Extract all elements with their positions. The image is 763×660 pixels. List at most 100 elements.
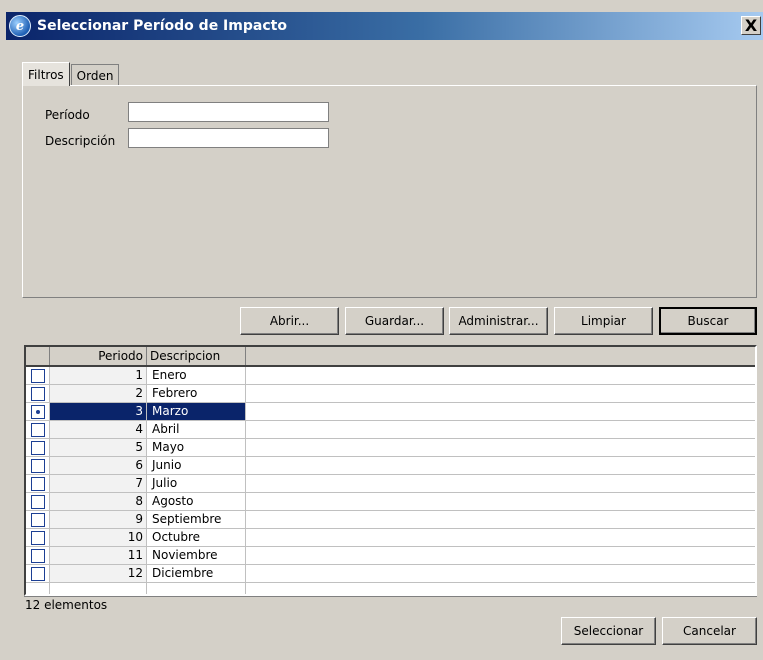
title-bar: e Seleccionar Período de Impacto X bbox=[6, 12, 763, 40]
column-header-filler bbox=[246, 347, 755, 365]
row-select-cell[interactable] bbox=[26, 511, 50, 528]
row-checkbox[interactable] bbox=[30, 494, 45, 509]
row-select-cell[interactable] bbox=[26, 367, 50, 384]
periodo-cell: 6 bbox=[50, 457, 147, 474]
table-row[interactable]: 5 Mayo bbox=[26, 439, 755, 457]
filler-cell bbox=[246, 547, 755, 564]
periodo-cell: 8 bbox=[50, 493, 147, 510]
row-select-cell[interactable] bbox=[26, 403, 50, 420]
filler-cell bbox=[246, 439, 755, 456]
filler-cell bbox=[246, 403, 755, 420]
periodo-cell: 2 bbox=[50, 385, 147, 402]
descripcion-cell: Agosto bbox=[147, 493, 246, 510]
descripcion-cell: Diciembre bbox=[147, 565, 246, 582]
periodo-label: Período bbox=[45, 108, 90, 122]
row-select-cell[interactable] bbox=[26, 385, 50, 402]
descripcion-cell: Julio bbox=[147, 475, 246, 492]
descripcion-input[interactable] bbox=[128, 128, 329, 148]
periodo-input[interactable] bbox=[128, 102, 329, 122]
row-checkbox[interactable] bbox=[30, 386, 45, 401]
row-checkbox[interactable] bbox=[30, 404, 45, 419]
descripcion-cell: Septiembre bbox=[147, 511, 246, 528]
row-checkbox[interactable] bbox=[30, 566, 45, 581]
row-select-cell[interactable] bbox=[26, 565, 50, 582]
tab-filtros[interactable]: Filtros bbox=[22, 62, 70, 86]
table-row[interactable]: 2 Febrero bbox=[26, 385, 755, 403]
filler-cell bbox=[246, 421, 755, 438]
row-select-cell[interactable] bbox=[26, 493, 50, 510]
periodo-cell: 12 bbox=[50, 565, 147, 582]
close-button[interactable]: X bbox=[741, 16, 761, 35]
row-checkbox[interactable] bbox=[30, 476, 45, 491]
table-row[interactable]: 6 Junio bbox=[26, 457, 755, 475]
seleccionar-button[interactable]: Seleccionar bbox=[561, 617, 656, 645]
periodo-cell: 11 bbox=[50, 547, 147, 564]
row-select-cell[interactable] bbox=[26, 457, 50, 474]
administrar-button[interactable]: Administrar... bbox=[449, 307, 548, 335]
table-row[interactable]: 9 Septiembre bbox=[26, 511, 755, 529]
filler-cell bbox=[246, 511, 755, 528]
filler-cell bbox=[246, 457, 755, 474]
select-column-header[interactable] bbox=[26, 347, 50, 365]
row-checkbox[interactable] bbox=[30, 458, 45, 473]
descripcion-cell: Enero bbox=[147, 367, 246, 384]
column-header-periodo[interactable]: Periodo bbox=[50, 347, 147, 365]
row-select-cell[interactable] bbox=[26, 547, 50, 564]
row-checkbox[interactable] bbox=[30, 368, 45, 383]
table-row[interactable]: 8 Agosto bbox=[26, 493, 755, 511]
filler-cell bbox=[246, 475, 755, 492]
results-table: Periodo Descripcion 1 Enero 2 Febrero 3 Marzo… bbox=[24, 345, 757, 596]
descripcion-cell: Abril bbox=[147, 421, 246, 438]
table-row[interactable]: 3 Marzo bbox=[26, 403, 755, 421]
row-checkbox[interactable] bbox=[30, 530, 45, 545]
periodo-cell: 1 bbox=[50, 367, 147, 384]
descripcion-cell: Marzo bbox=[147, 403, 246, 420]
window-title: Seleccionar Período de Impacto bbox=[37, 18, 287, 34]
tab-orden[interactable]: Orden bbox=[70, 64, 120, 86]
descripcion-cell: Octubre bbox=[147, 529, 246, 546]
row-select-cell[interactable] bbox=[26, 421, 50, 438]
filler-cell bbox=[246, 493, 755, 510]
row-select-cell[interactable] bbox=[26, 439, 50, 456]
row-select-cell[interactable] bbox=[26, 475, 50, 492]
app-logo-icon: e bbox=[9, 15, 31, 37]
descripcion-cell: Febrero bbox=[147, 385, 246, 402]
abrir-button[interactable]: Abrir... bbox=[240, 307, 339, 335]
table-header: Periodo Descripcion bbox=[26, 347, 755, 367]
table-row[interactable]: 11 Noviembre bbox=[26, 547, 755, 565]
tab-strip: Filtros Orden bbox=[22, 62, 120, 86]
filler-cell bbox=[246, 367, 755, 384]
row-checkbox[interactable] bbox=[30, 512, 45, 527]
periodo-cell: 4 bbox=[50, 421, 147, 438]
filler-cell bbox=[246, 529, 755, 546]
cancelar-button[interactable]: Cancelar bbox=[662, 617, 757, 645]
guardar-button[interactable]: Guardar... bbox=[345, 307, 444, 335]
table-row[interactable]: 12 Diciembre bbox=[26, 565, 755, 583]
descripcion-label: Descripción bbox=[45, 134, 116, 148]
row-checkbox[interactable] bbox=[30, 440, 45, 455]
table-row[interactable]: 7 Julio bbox=[26, 475, 755, 493]
descripcion-cell: Mayo bbox=[147, 439, 246, 456]
table-row[interactable]: 10 Octubre bbox=[26, 529, 755, 547]
filler-cell bbox=[246, 565, 755, 582]
column-header-descripcion[interactable]: Descripcion bbox=[147, 347, 246, 365]
periodo-cell: 9 bbox=[50, 511, 147, 528]
row-checkbox[interactable] bbox=[30, 422, 45, 437]
periodo-cell: 3 bbox=[50, 403, 147, 420]
descripcion-cell: Noviembre bbox=[147, 547, 246, 564]
periodo-cell: 10 bbox=[50, 529, 147, 546]
filler-cell bbox=[246, 385, 755, 402]
table-body: 1 Enero 2 Febrero 3 Marzo 4 Abril 5 Mayo 6 Junio 7 Ju… bbox=[26, 367, 755, 594]
periodo-cell: 5 bbox=[50, 439, 147, 456]
limpiar-button[interactable]: Limpiar bbox=[554, 307, 653, 335]
descripcion-cell: Junio bbox=[147, 457, 246, 474]
row-select-cell[interactable] bbox=[26, 529, 50, 546]
status-count: 12 elementos bbox=[24, 596, 757, 613]
buscar-button[interactable]: Buscar bbox=[659, 307, 757, 335]
empty-row bbox=[26, 583, 755, 594]
row-checkbox[interactable] bbox=[30, 548, 45, 563]
table-row[interactable]: 4 Abril bbox=[26, 421, 755, 439]
periodo-cell: 7 bbox=[50, 475, 147, 492]
filter-panel: Período Descripción bbox=[22, 85, 757, 298]
table-row[interactable]: 1 Enero bbox=[26, 367, 755, 385]
